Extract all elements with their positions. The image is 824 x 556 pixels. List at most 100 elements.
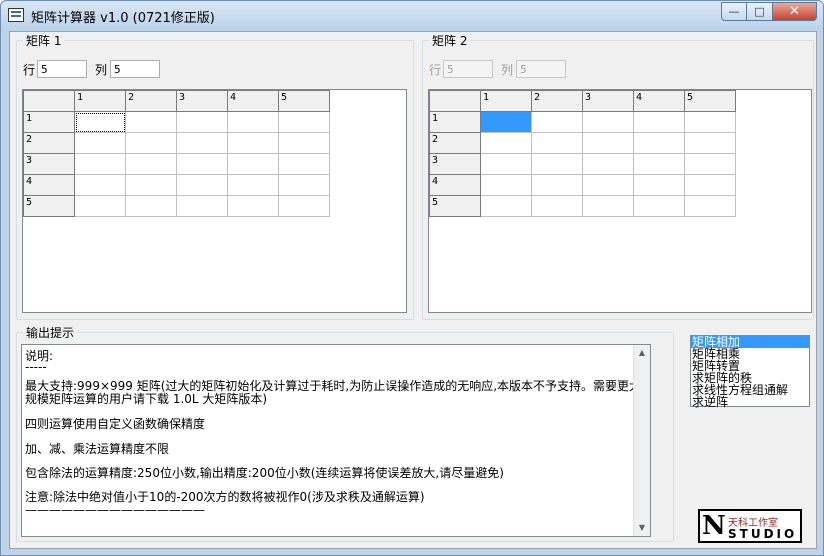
col-header: 2 (531, 90, 583, 112)
grid-cell[interactable] (227, 174, 279, 196)
grid-cell[interactable] (125, 195, 177, 217)
grid-cell[interactable] (176, 153, 228, 175)
grid-cell[interactable] (278, 195, 330, 217)
matrix1-title: 矩阵 1 (23, 32, 65, 49)
matrix2-grid[interactable]: 1 2 3 4 5 1 2 3 4 5 (428, 89, 812, 313)
grid-cell[interactable] (125, 132, 177, 154)
grid-cell[interactable] (125, 111, 177, 133)
operation-item[interactable]: 求逆阵 (691, 396, 809, 408)
grid-cell[interactable] (582, 174, 634, 196)
grid-cell[interactable] (278, 153, 330, 175)
output-group: 输出提示 说明: ----- 最大支持:999×999 矩阵(过大的矩阵初始化及… (16, 324, 674, 542)
col-header: 1 (480, 90, 532, 112)
grid-cell[interactable] (633, 132, 685, 154)
grid-cell[interactable] (531, 111, 583, 133)
matrix2-rows-input (443, 60, 493, 78)
grid-cell[interactable] (176, 132, 228, 154)
row-header: 1 (429, 111, 481, 133)
matrix2-group: 矩阵 2 行 列 1 2 3 4 5 1 (422, 32, 814, 320)
grid-cell[interactable] (278, 174, 330, 196)
row-header: 2 (23, 132, 75, 154)
grid-cell[interactable] (582, 132, 634, 154)
matrix1-rows-input[interactable] (37, 60, 87, 78)
grid-cell[interactable] (480, 111, 532, 133)
window-title: 矩阵计算器 v1.0 (0721修正版) (31, 11, 215, 26)
grid-cell[interactable] (633, 174, 685, 196)
logo-letter: N (702, 511, 726, 541)
grid-cell[interactable] (74, 132, 126, 154)
grid-cell[interactable] (633, 111, 685, 133)
col-header: 4 (633, 90, 685, 112)
grid-cell[interactable] (125, 174, 177, 196)
grid-cell[interactable] (582, 153, 634, 175)
grid-cell[interactable] (227, 132, 279, 154)
scroll-down-icon[interactable]: ▼ (634, 520, 650, 536)
grid-cell[interactable] (480, 174, 532, 196)
grid-cell[interactable] (582, 111, 634, 133)
output-line: ——————————————— (25, 503, 205, 517)
col-header: 5 (684, 90, 736, 112)
matrix1-group: 矩阵 1 行 列 1 2 3 4 5 1 (16, 32, 414, 320)
grid-cell[interactable] (227, 111, 279, 133)
app-icon[interactable] (8, 8, 24, 22)
col-header: 3 (176, 90, 228, 112)
grid-cell[interactable] (74, 111, 126, 133)
grid-cell[interactable] (125, 153, 177, 175)
grid-cell[interactable] (74, 174, 126, 196)
col-header: 5 (278, 90, 330, 112)
grid-cell[interactable] (684, 153, 736, 175)
studio-logo: N 天科工作室 STUDIO (698, 509, 802, 543)
row-header: 5 (429, 195, 481, 217)
col-header: 2 (125, 90, 177, 112)
grid-cell[interactable] (176, 195, 228, 217)
scroll-up-icon[interactable]: ▲ (634, 345, 650, 361)
grid-corner (23, 90, 75, 112)
grid-cell[interactable] (531, 195, 583, 217)
grid-cell[interactable] (74, 195, 126, 217)
row-header: 5 (23, 195, 75, 217)
grid-cell[interactable] (582, 195, 634, 217)
grid-cell[interactable] (531, 132, 583, 154)
grid-cell[interactable] (684, 174, 736, 196)
grid-cell[interactable] (227, 195, 279, 217)
matrix1-cols-input[interactable] (110, 60, 160, 78)
grid-cell[interactable] (227, 153, 279, 175)
row-header: 4 (23, 174, 75, 196)
grid-cell[interactable] (684, 111, 736, 133)
title-bar[interactable]: 矩阵计算器 v1.0 (0721修正版) — □ ✕ (1, 1, 823, 29)
close-button[interactable]: ✕ (773, 2, 817, 21)
output-line: 规模矩阵运算的用户请下载 1.0L 大矩阵版本) (25, 392, 268, 406)
grid-cell[interactable] (531, 174, 583, 196)
grid-cell[interactable] (684, 132, 736, 154)
grid-cell[interactable] (633, 153, 685, 175)
matrix2-cols-input (516, 60, 566, 78)
matrix1-cols-label: 列 (95, 63, 108, 77)
client-area: 矩阵 1 行 列 1 2 3 4 5 1 (9, 31, 817, 549)
operations-list[interactable]: 矩阵相加 矩阵相乘 矩阵转置 求矩阵的秩 求线性方程组通解 求逆阵 (690, 335, 810, 408)
grid-cell[interactable] (176, 174, 228, 196)
grid-cell[interactable] (684, 195, 736, 217)
output-line: 包含除法的运算精度:250位小数,输出精度:200位小数(连续运算将使误差放大,… (25, 466, 504, 480)
maximize-button[interactable]: □ (747, 2, 773, 21)
output-title: 输出提示 (23, 324, 78, 341)
col-header: 1 (74, 90, 126, 112)
minimize-button[interactable]: — (721, 2, 747, 21)
output-textbox[interactable]: 说明: ----- 最大支持:999×999 矩阵(过大的矩阵初始化及计算过于耗… (21, 344, 651, 537)
grid-cell[interactable] (278, 111, 330, 133)
grid-cell[interactable] (74, 153, 126, 175)
grid-cell[interactable] (480, 195, 532, 217)
grid-cell[interactable] (176, 111, 228, 133)
grid-cell[interactable] (480, 132, 532, 154)
output-line: 四则运算使用自定义函数确保精度 (25, 417, 206, 431)
grid-cell[interactable] (531, 153, 583, 175)
grid-cell[interactable] (633, 195, 685, 217)
grid-corner (429, 90, 481, 112)
matrix1-grid[interactable]: 1 2 3 4 5 1 2 3 4 5 (22, 89, 407, 313)
grid-cell[interactable] (278, 132, 330, 154)
col-header: 4 (227, 90, 279, 112)
output-line: 加、减、乘法运算精度不限 (25, 442, 170, 456)
output-scrollbar[interactable]: ▲ ▼ (633, 345, 650, 536)
row-header: 4 (429, 174, 481, 196)
row-header: 1 (23, 111, 75, 133)
grid-cell[interactable] (480, 153, 532, 175)
